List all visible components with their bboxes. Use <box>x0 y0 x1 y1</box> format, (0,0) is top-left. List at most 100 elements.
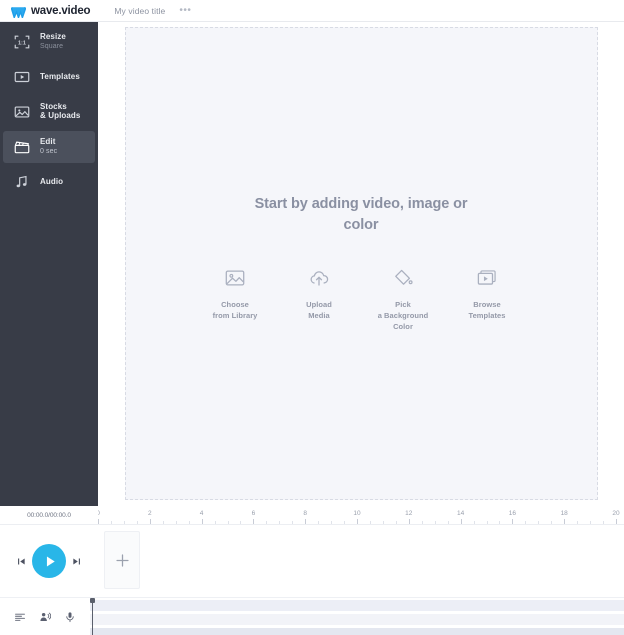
ruler-tick-minor <box>227 521 229 524</box>
action-label-line2: Templates <box>468 311 506 321</box>
timeline-ruler[interactable]: 0 2 4 6 8 10 12 14 16 18 20 <box>98 506 624 524</box>
timeline-ruler-row: 00:00.0/00:00.0 0 2 4 6 8 10 12 14 16 18 20 <box>0 506 624 525</box>
video-title[interactable]: My video title <box>114 6 165 16</box>
timecode-display: 00:00.0/00:00.0 <box>27 511 71 519</box>
ruler-tick-minor <box>603 521 605 524</box>
ruler-tick-minor <box>175 521 177 524</box>
sidebar-label: Resize <box>40 32 66 42</box>
more-options-icon[interactable]: ••• <box>179 5 191 15</box>
ruler-tick-label: 6 <box>251 510 256 517</box>
ruler-tick-minor <box>369 521 371 524</box>
ruler-tick-major <box>616 519 617 524</box>
transport-controls <box>0 525 98 597</box>
track-lane[interactable] <box>90 614 624 625</box>
action-choose-from-library[interactable]: Choose from Library <box>204 265 266 322</box>
ruler-tick-major <box>149 519 151 524</box>
ruler-tick-major <box>253 519 255 524</box>
app-header: wave.video My video title ••• <box>0 0 624 22</box>
ruler-tick-label: 14 <box>456 510 465 517</box>
ruler-tick-minor <box>421 521 423 524</box>
sidebar-item-resize-labels: Resize Square <box>40 32 66 51</box>
ruler-tick-minor <box>395 521 397 524</box>
video-canvas[interactable]: Start by adding video, image or color Ch… <box>124 27 598 500</box>
ruler-tick-minor <box>292 521 294 524</box>
ruler-tick-label: 18 <box>560 510 568 517</box>
ruler-tick-minor <box>123 521 125 524</box>
ruler-tick-minor <box>214 521 216 524</box>
canvas-empty-title: Start by adding video, image or color <box>254 196 468 233</box>
clip-track-area[interactable] <box>98 525 624 597</box>
ruler-tick-label: 16 <box>508 510 517 517</box>
skip-to-start-icon[interactable] <box>17 557 26 566</box>
ruler-tick-minor <box>525 521 527 524</box>
ruler-tick-minor <box>318 521 320 524</box>
timeline-bottom-row <box>0 597 624 635</box>
ruler-tick-minor <box>331 521 333 524</box>
ruler-tick-minor <box>279 521 281 524</box>
ruler-tick-minor <box>188 521 190 524</box>
action-label-line3: Color <box>393 322 413 332</box>
skip-to-end-icon[interactable] <box>72 557 81 566</box>
add-clip-button[interactable] <box>104 531 140 589</box>
action-label: Upload Media <box>306 300 332 322</box>
sidebar-label: Templates <box>40 71 80 81</box>
track-lane[interactable] <box>90 628 624 635</box>
speaker-person-icon[interactable] <box>39 611 51 623</box>
clapperboard-icon <box>12 138 31 156</box>
track-lane[interactable] <box>90 600 624 611</box>
left-sidebar: 1:1 Resize Square Templates Stocks & Upl… <box>0 22 98 506</box>
sidebar-label: Edit <box>40 137 56 147</box>
ruler-tick-minor <box>551 521 553 524</box>
ruler-tick-label: 10 <box>353 510 361 517</box>
sidebar-label-2: & Uploads <box>40 111 81 120</box>
playhead[interactable] <box>90 598 95 635</box>
action-label-line1: Pick <box>395 300 411 310</box>
ruler-tick-label: 12 <box>405 510 413 517</box>
ruler-tick-minor <box>382 521 384 524</box>
ruler-tick-minor <box>486 521 488 524</box>
ruler-tick-major <box>98 519 99 524</box>
svg-text:1:1: 1:1 <box>17 40 25 46</box>
wave-video-editor: wave.video My video title ••• 1:1 Resize… <box>0 0 624 635</box>
ruler-tick-minor <box>538 521 540 524</box>
ruler-tick-minor <box>266 521 268 524</box>
ruler-tick-major <box>460 519 462 524</box>
timeline-tracks[interactable] <box>90 598 624 635</box>
action-browse-templates[interactable]: Browse Templates <box>456 265 518 322</box>
timeline-tools <box>0 598 90 635</box>
editor-body: 1:1 Resize Square Templates Stocks & Upl… <box>0 22 624 506</box>
action-label-line1: Browse <box>473 300 501 310</box>
sidebar-item-audio[interactable]: Audio <box>3 166 95 198</box>
ruler-tick-label: 20 <box>612 510 620 517</box>
sidebar-item-stocks-labels: Stocks & Uploads <box>40 102 81 121</box>
ruler-tick-minor <box>162 521 164 524</box>
ruler-tick-minor <box>447 521 449 524</box>
sidebar-label: Audio <box>40 176 64 186</box>
ruler-tick-minor <box>434 521 436 524</box>
video-stack-icon <box>476 265 498 291</box>
timeline-panel: 00:00.0/00:00.0 0 2 4 6 8 10 12 14 16 18 20 <box>0 506 624 635</box>
sidebar-item-resize[interactable]: 1:1 Resize Square <box>3 26 95 58</box>
ruler-tick-major <box>408 519 410 524</box>
play-button[interactable] <box>32 544 66 578</box>
paint-bucket-icon <box>392 265 414 291</box>
cloud-upload-icon <box>308 265 330 291</box>
ruler-tick-minor <box>240 521 242 524</box>
ruler-tick-minor <box>577 521 579 524</box>
brand-logo[interactable]: wave.video <box>10 5 91 20</box>
ruler-tick-minor <box>344 521 346 524</box>
action-upload-media[interactable]: Upload Media <box>288 265 350 322</box>
action-label-line1: Upload <box>306 300 332 310</box>
playhead-handle[interactable] <box>90 598 95 603</box>
ruler-tick-label: 2 <box>147 510 152 517</box>
microphone-icon[interactable] <box>64 611 76 623</box>
sidebar-sublabel: 0 sec <box>40 148 58 156</box>
sidebar-item-templates[interactable]: Templates <box>3 61 95 93</box>
list-lines-icon[interactable] <box>14 611 26 623</box>
sidebar-item-audio-labels: Audio <box>40 176 64 187</box>
sidebar-item-stocks[interactable]: Stocks & Uploads <box>3 96 95 128</box>
templates-icon <box>12 68 31 86</box>
action-pick-background-color[interactable]: Pick a Background Color <box>372 265 434 333</box>
sidebar-item-edit[interactable]: Edit 0 sec <box>3 131 95 163</box>
ruler-tick-label: 4 <box>199 510 204 517</box>
